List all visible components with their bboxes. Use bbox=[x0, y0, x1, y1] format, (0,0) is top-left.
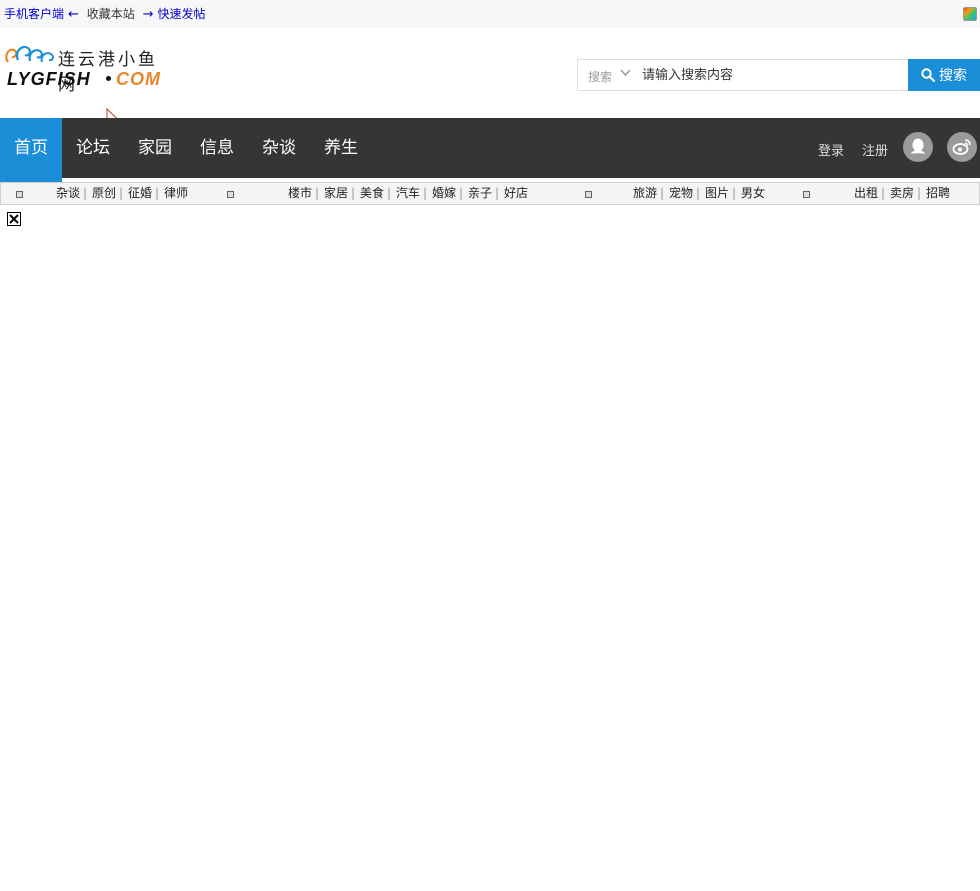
separator: | bbox=[459, 186, 464, 200]
category-link[interactable]: 宠物 bbox=[669, 186, 693, 201]
arrow-right-icon: → bbox=[142, 7, 154, 22]
separator: | bbox=[155, 186, 160, 200]
separator: | bbox=[696, 186, 701, 200]
wave-logo-icon bbox=[5, 45, 54, 63]
top-bar: 手机客户端 ← 收藏本站 → 快速发帖 bbox=[0, 0, 980, 28]
category-link[interactable]: 汽车 bbox=[396, 186, 420, 201]
category-link[interactable]: 招聘 bbox=[926, 186, 950, 201]
category-link[interactable]: 楼市 bbox=[288, 186, 312, 201]
close-icon[interactable] bbox=[7, 212, 21, 226]
category-link[interactable]: 出租 bbox=[854, 186, 878, 201]
logo-en-suffix: COM bbox=[116, 69, 161, 89]
search-icon bbox=[921, 68, 935, 82]
nav-item-chat[interactable]: 杂谈 bbox=[248, 118, 310, 178]
search-bar: 搜索 搜索 bbox=[577, 59, 980, 91]
separator: | bbox=[732, 186, 737, 200]
search-input[interactable] bbox=[636, 61, 918, 89]
search-type-select[interactable]: 搜索 bbox=[588, 68, 612, 85]
nav-item-health[interactable]: 养生 bbox=[310, 118, 372, 178]
nav-item-home[interactable]: 首页 bbox=[0, 118, 62, 182]
separator: | bbox=[881, 186, 886, 200]
separator: | bbox=[83, 186, 88, 200]
top-links: 手机客户端 ← 收藏本站 → 快速发帖 bbox=[4, 6, 206, 23]
main-nav: 首页 论坛 家园 信息 杂谈 养生 登录 注册 bbox=[0, 118, 980, 182]
separator: | bbox=[387, 186, 392, 200]
arrow-left-icon: ← bbox=[68, 7, 79, 22]
broken-image-icon bbox=[585, 191, 592, 198]
category-link[interactable]: 原创 bbox=[92, 186, 116, 201]
quick-post-link[interactable]: 快速发帖 bbox=[158, 7, 206, 21]
search-button[interactable]: 搜索 bbox=[908, 59, 980, 91]
bookmark-link[interactable]: 收藏本站 bbox=[87, 7, 135, 21]
nav-item-info[interactable]: 信息 bbox=[186, 118, 248, 178]
category-link[interactable]: 美食 bbox=[360, 186, 384, 201]
separator: | bbox=[119, 186, 124, 200]
category-link[interactable]: 卖房 bbox=[890, 186, 914, 201]
app-icon[interactable] bbox=[963, 7, 977, 21]
category-link[interactable]: 律师 bbox=[164, 186, 188, 201]
nav-item-home-space[interactable]: 家园 bbox=[124, 118, 186, 178]
qq-icon[interactable] bbox=[903, 132, 933, 162]
category-link[interactable]: 家居 bbox=[324, 186, 348, 201]
category-link[interactable]: 征婚 bbox=[128, 186, 152, 201]
logo-en-main: LYGFISH bbox=[7, 69, 91, 89]
separator: | bbox=[315, 186, 320, 200]
category-link[interactable]: 旅游 bbox=[633, 186, 657, 201]
category-link[interactable]: 好店 bbox=[504, 186, 528, 201]
weibo-icon[interactable] bbox=[947, 132, 977, 162]
search-box: 搜索 bbox=[577, 59, 918, 91]
login-link[interactable]: 登录 bbox=[818, 140, 844, 159]
category-link[interactable]: 男女 bbox=[741, 186, 765, 201]
mobile-client-link[interactable]: 手机客户端 bbox=[4, 7, 64, 21]
category-link[interactable]: 婚嫁 bbox=[432, 186, 456, 201]
category-link[interactable]: 亲子 bbox=[468, 186, 492, 201]
category-link[interactable]: 图片 bbox=[705, 186, 729, 201]
category-link[interactable]: 杂谈 bbox=[56, 186, 80, 201]
broken-image-icon bbox=[16, 191, 23, 198]
broken-image-icon bbox=[803, 191, 810, 198]
chevron-down-icon[interactable] bbox=[620, 69, 631, 77]
separator: | bbox=[660, 186, 665, 200]
search-button-label: 搜索 bbox=[939, 68, 967, 84]
separator: | bbox=[351, 186, 356, 200]
category-bar: 杂谈 | 原创 | 征婚 | 律师 楼市 | 家居 | 美食 | 汽车 | 婚嫁… bbox=[0, 182, 980, 205]
site-logo[interactable]: 连云港小鱼网 LYGFISH COM bbox=[4, 42, 174, 102]
header: 连云港小鱼网 LYGFISH COM 搜索 搜索 bbox=[0, 28, 980, 126]
nav-item-forum[interactable]: 论坛 bbox=[62, 118, 124, 178]
broken-image-icon bbox=[227, 191, 234, 198]
separator: | bbox=[917, 186, 922, 200]
register-link[interactable]: 注册 bbox=[862, 140, 888, 159]
logo-dot bbox=[106, 76, 111, 81]
separator: | bbox=[495, 186, 500, 200]
separator: | bbox=[423, 186, 428, 200]
